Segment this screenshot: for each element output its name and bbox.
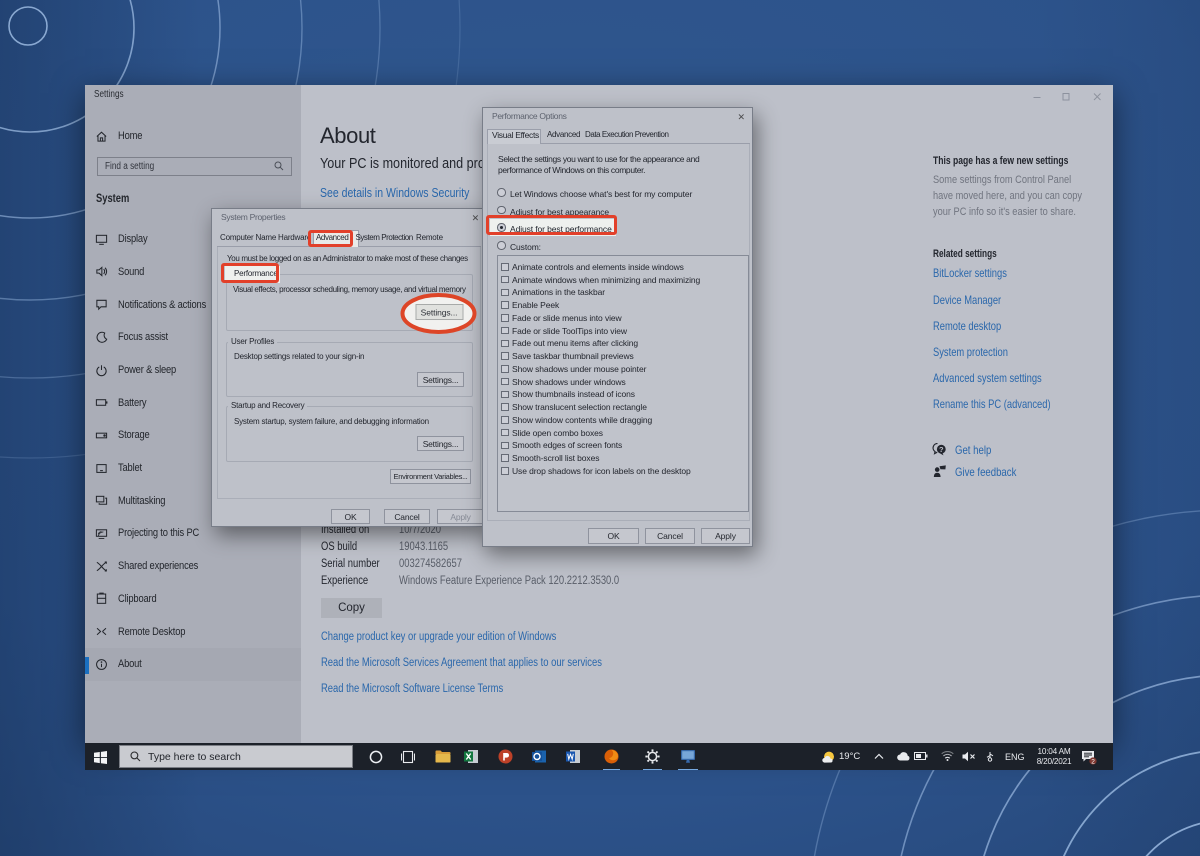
svg-text:Settings...: Settings...	[421, 308, 458, 318]
svg-text:?: ?	[939, 445, 944, 454]
svg-text:2: 2	[1091, 758, 1095, 765]
